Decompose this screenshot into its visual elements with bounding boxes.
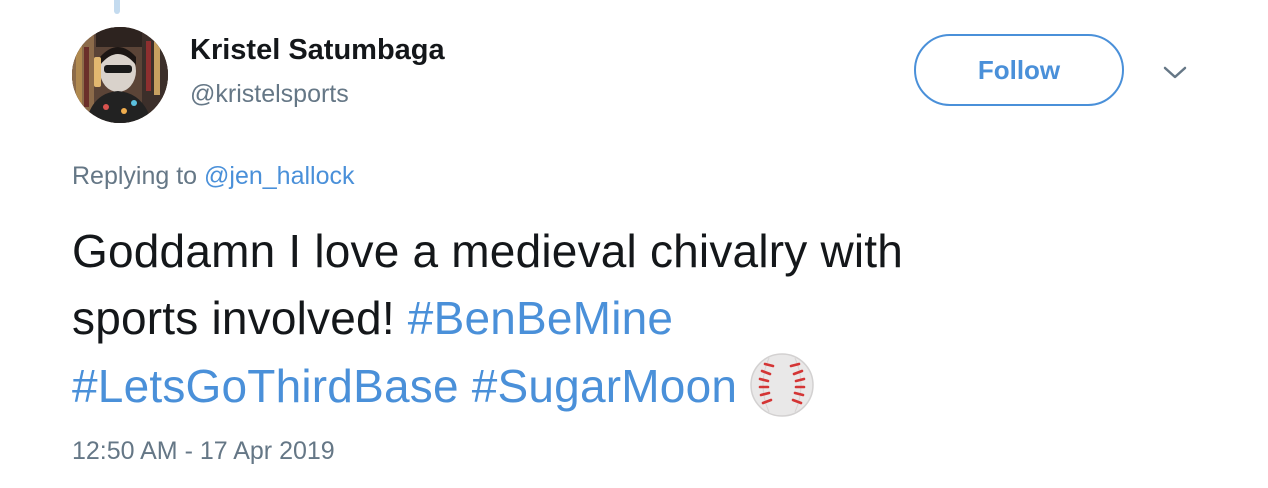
user-handle[interactable]: @kristelsports xyxy=(190,80,349,109)
baseball-icon xyxy=(749,352,815,418)
tweet-line-2-text: sports involved! xyxy=(72,292,395,344)
hashtag-link-letsgothirdbase[interactable]: #LetsGoThirdBase xyxy=(72,360,459,412)
reply-mention-link[interactable]: @jen_hallock xyxy=(204,162,354,190)
hashtag-link-benbemine[interactable]: #BenBeMine xyxy=(408,292,673,344)
tweet-line-2: sports involved! #BenBeMine xyxy=(72,285,1202,352)
thread-connector-line xyxy=(114,0,120,14)
tweet-timestamp[interactable]: 12:50 AM - 17 Apr 2019 xyxy=(72,437,335,466)
follow-button[interactable]: Follow xyxy=(914,34,1124,106)
tweet-line-3: #LetsGoThirdBase #SugarMoon xyxy=(72,352,1202,420)
reply-context: Replying to @jen_hallock xyxy=(72,162,355,191)
tweet-text: Goddamn I love a medieval chivalry with … xyxy=(72,218,1202,420)
display-name[interactable]: Kristel Satumbaga xyxy=(190,34,445,67)
chevron-down-icon[interactable] xyxy=(1160,62,1190,84)
tweet-line-1: Goddamn I love a medieval chivalry with xyxy=(72,225,904,277)
reply-prefix: Replying to xyxy=(72,162,198,190)
avatar-image xyxy=(72,27,168,123)
avatar[interactable] xyxy=(72,27,168,123)
hashtag-link-sugarmoon[interactable]: #SugarMoon xyxy=(472,360,737,412)
